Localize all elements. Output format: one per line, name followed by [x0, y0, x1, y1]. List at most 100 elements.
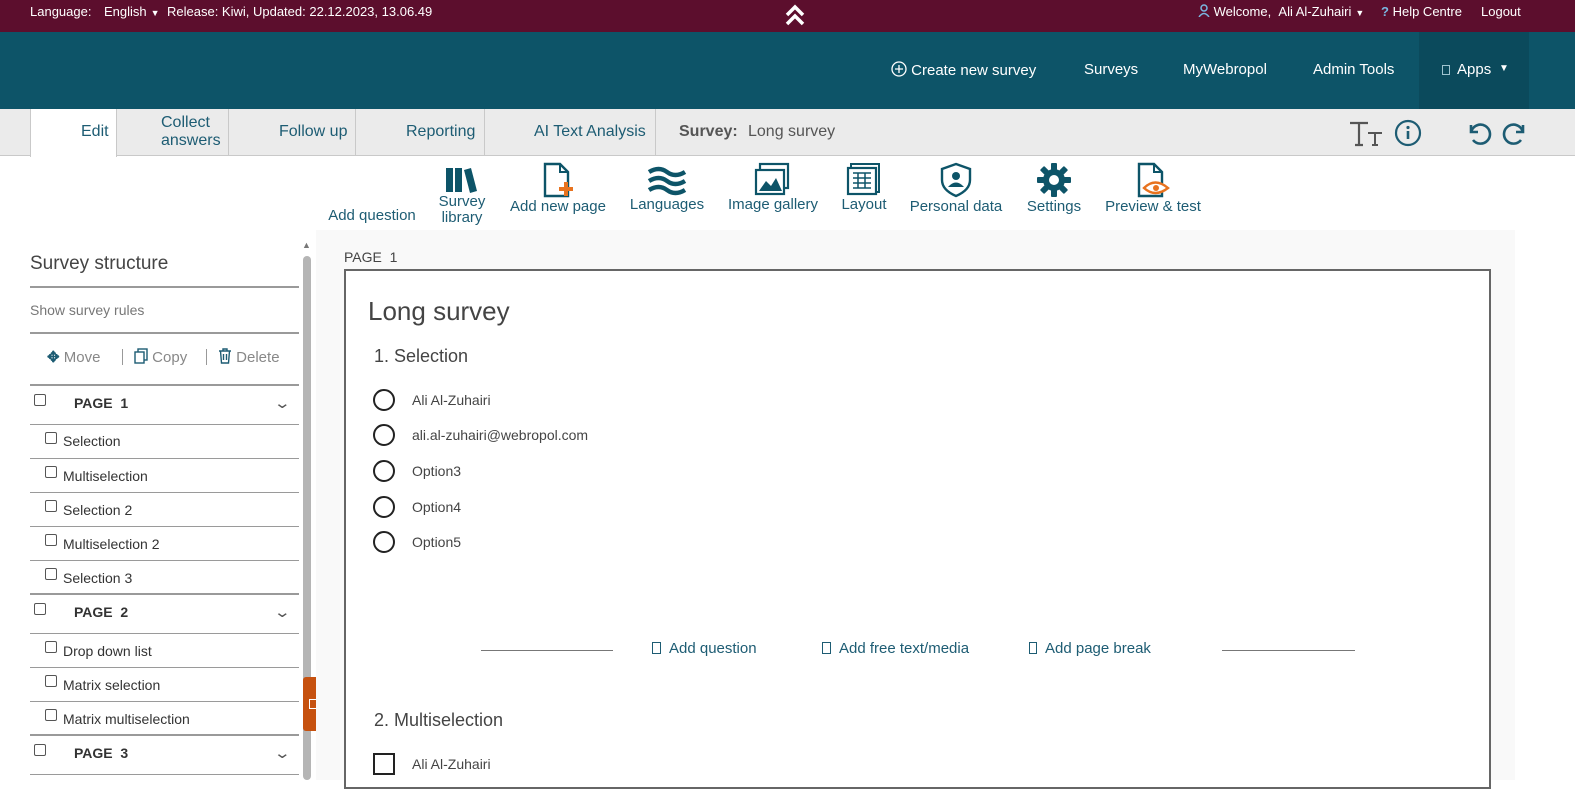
item-label: Multiselection 2 — [63, 536, 160, 552]
add-page-break-link[interactable]: Add page break — [1029, 640, 1151, 657]
survey-title[interactable]: Long survey — [368, 296, 510, 327]
caret-down-icon: ▼ — [1499, 63, 1509, 74]
logout-link[interactable]: Logout — [1481, 4, 1521, 19]
tab-reporting[interactable]: Reporting — [356, 109, 485, 156]
add-question-link-label: Add question — [669, 640, 757, 657]
mywebropol-link[interactable]: MyWebropol — [1183, 61, 1267, 78]
editor-toolbar: Add question Survey library Add new page… — [0, 160, 1575, 230]
radio-option-4[interactable] — [373, 496, 395, 518]
page-indicator: PAGE 1 — [344, 249, 398, 265]
question-1-title[interactable]: 1. Selection — [374, 346, 468, 367]
admin-tools-link[interactable]: Admin Tools — [1313, 61, 1394, 78]
option-label: Ali Al-Zuhairi — [412, 392, 491, 408]
item-checkbox[interactable] — [45, 568, 57, 580]
chevron-down-icon[interactable]: ⌄ — [273, 394, 291, 412]
settings-tool[interactable]: Settings — [1022, 162, 1086, 215]
item-checkbox[interactable] — [45, 709, 57, 721]
move-icon: ✥ — [47, 349, 60, 366]
question-2-title[interactable]: 2. Multiselection — [374, 710, 503, 731]
help-centre-link[interactable]: ? Help Centre — [1381, 4, 1462, 19]
item-checkbox[interactable] — [45, 466, 57, 478]
option-label: Ali Al-Zuhairi — [412, 756, 491, 772]
personal-data-tool[interactable]: Personal data — [906, 162, 1006, 215]
copy-label: Copy — [152, 349, 188, 366]
tab-collect-answers[interactable]: Collect answers — [117, 109, 229, 156]
page-3-label: PAGE 3 — [74, 745, 129, 761]
option-label: Option3 — [412, 463, 462, 479]
page-2-checkbox[interactable] — [34, 603, 46, 615]
page-card — [344, 269, 1491, 789]
layout-tool[interactable]: Layout — [836, 162, 892, 213]
radio-option-2[interactable] — [373, 424, 395, 446]
list-item[interactable]: Selection 2 — [30, 493, 299, 527]
language-selector[interactable]: English ▼ — [104, 4, 160, 19]
create-survey-link[interactable]: Create new survey — [891, 61, 1036, 79]
option-label: Option5 — [412, 534, 462, 550]
chevron-down-icon[interactable]: ⌄ — [273, 744, 291, 762]
radio-option-5[interactable] — [373, 531, 395, 553]
add-free-text-link[interactable]: Add free text/media — [822, 640, 969, 657]
tab-ai-label: AI Text Analysis — [534, 123, 646, 140]
radio-option-3[interactable] — [373, 460, 395, 482]
image-gallery-tool[interactable]: Image gallery — [724, 162, 822, 213]
separator — [122, 349, 123, 365]
delete-button[interactable]: Delete — [218, 348, 280, 366]
move-button[interactable]: ✥ Move — [47, 348, 100, 366]
layout-icon — [846, 163, 880, 196]
list-item[interactable]: Multiselection — [30, 459, 299, 493]
apps-menu[interactable]: Apps ▼ — [1419, 32, 1529, 109]
item-label: Selection 2 — [63, 502, 133, 518]
text-size-icon[interactable] — [1348, 119, 1386, 147]
item-checkbox[interactable] — [45, 534, 57, 546]
item-checkbox[interactable] — [45, 675, 57, 687]
page-1-checkbox[interactable] — [34, 394, 46, 406]
item-label: Matrix selection — [63, 677, 161, 693]
add-new-page-label: Add new page — [510, 198, 606, 215]
add-page-icon — [543, 162, 573, 198]
info-icon[interactable] — [1394, 119, 1422, 147]
languages-tool[interactable]: Languages — [626, 164, 708, 213]
page-3-checkbox[interactable] — [34, 744, 46, 756]
preview-icon — [1137, 162, 1170, 198]
item-checkbox[interactable] — [45, 641, 57, 653]
add-question-tool[interactable]: Add question — [326, 207, 418, 224]
user-menu[interactable]: Welcome, Ali Al-Zuhairi ▼ — [1198, 4, 1364, 19]
create-survey-label: Create new survey — [911, 62, 1037, 79]
redo-icon[interactable] — [1502, 119, 1530, 147]
undo-icon[interactable] — [1464, 119, 1492, 147]
list-item[interactable]: Matrix multiselection — [30, 702, 299, 736]
top-bar: Language: English ▼ Release: Kiwi, Update… — [0, 0, 1575, 32]
surveys-link[interactable]: Surveys — [1084, 61, 1138, 78]
edit-tabs: Edit Collect answers Follow up Reporting… — [0, 109, 1575, 157]
item-checkbox[interactable] — [45, 500, 57, 512]
list-item[interactable]: Multiselection 2 — [30, 527, 299, 561]
scroll-up-arrow[interactable]: ▲ — [302, 240, 311, 250]
languages-label: Languages — [629, 196, 705, 213]
survey-library-tool[interactable]: Survey library — [432, 164, 492, 226]
list-item[interactable]: Matrix selection — [30, 668, 299, 702]
page-3-row[interactable]: PAGE 3 ⌄ — [30, 736, 299, 775]
collapse-header-icon[interactable] — [783, 3, 807, 27]
tab-reporting-label: Reporting — [406, 123, 476, 140]
chevron-down-icon[interactable]: ⌄ — [273, 603, 291, 621]
tab-follow-label: Follow up — [279, 123, 348, 140]
radio-option-1[interactable] — [373, 389, 395, 411]
add-new-page-tool[interactable]: Add new page — [506, 162, 610, 215]
survey-library-label-2: library — [441, 209, 483, 226]
tab-ai-text-analysis[interactable]: AI Text Analysis — [485, 109, 656, 156]
add-question-link[interactable]: Add question — [652, 640, 757, 657]
list-item[interactable]: Drop down list — [30, 634, 299, 668]
item-checkbox[interactable] — [45, 432, 57, 444]
tab-edit[interactable]: Edit — [30, 109, 117, 157]
copy-button[interactable]: Copy — [134, 348, 187, 366]
item-label: Selection — [63, 433, 121, 449]
page-2-row[interactable]: PAGE 2 ⌄ — [30, 595, 299, 634]
preview-test-tool[interactable]: Preview & test — [1100, 162, 1206, 215]
tab-collect-label-1: Collect — [161, 114, 210, 131]
checkbox-option-1[interactable] — [373, 753, 395, 775]
tab-follow-up[interactable]: Follow up — [229, 109, 356, 156]
list-item[interactable]: Selection 3 — [30, 561, 299, 595]
page-1-row[interactable]: PAGE 1 ⌄ — [30, 386, 299, 425]
list-item[interactable]: Selection — [30, 425, 299, 459]
show-survey-rules-link[interactable]: Show survey rules — [30, 302, 144, 318]
